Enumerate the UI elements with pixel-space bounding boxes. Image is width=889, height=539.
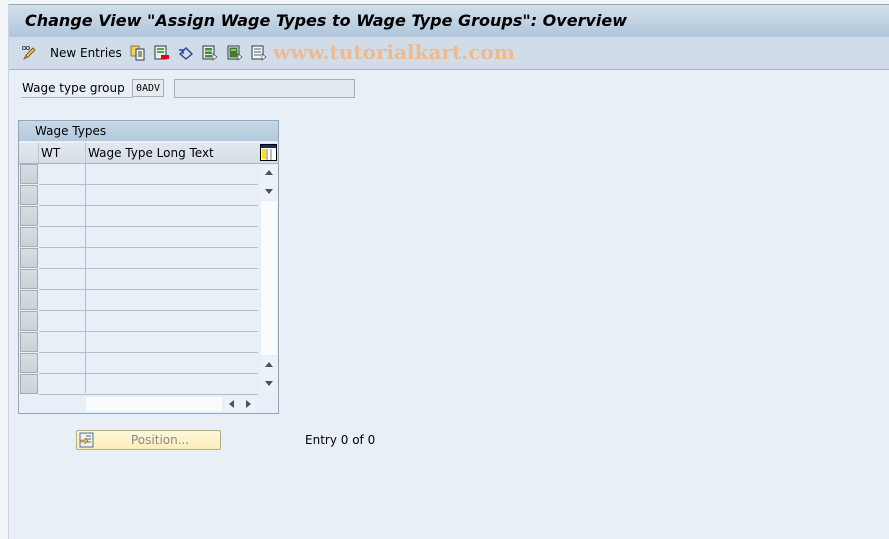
wage-type-group-field[interactable]: 0ADV bbox=[132, 79, 164, 97]
table-caption: Wage Types bbox=[19, 121, 278, 142]
new-entries-button[interactable]: New Entries bbox=[50, 43, 122, 63]
select-block-icon bbox=[227, 45, 243, 61]
table-row[interactable] bbox=[39, 353, 258, 374]
scroll-right-button[interactable] bbox=[241, 397, 255, 411]
row-selector[interactable] bbox=[20, 290, 38, 310]
position-icon bbox=[79, 432, 95, 448]
table-row[interactable] bbox=[39, 332, 258, 353]
delete-row-icon bbox=[154, 45, 170, 61]
application-toolbar: New Entries www.tutorialkart.com bbox=[9, 37, 889, 70]
table-row[interactable] bbox=[39, 269, 258, 290]
row-selector[interactable] bbox=[20, 332, 38, 352]
deselect-all-button[interactable] bbox=[251, 43, 267, 63]
row-selector[interactable] bbox=[20, 227, 38, 247]
deselect-all-icon bbox=[251, 45, 267, 61]
column-divider bbox=[85, 163, 86, 393]
pencil-glasses-icon bbox=[21, 45, 37, 61]
undo-icon bbox=[178, 45, 194, 61]
title-bar: Change View "Assign Wage Types to Wage T… bbox=[9, 4, 889, 38]
wage-types-table: Wage Types WT Wage Type Long Text bbox=[18, 120, 279, 414]
delete-button[interactable] bbox=[154, 43, 170, 63]
table-row[interactable] bbox=[39, 374, 258, 395]
row-selector[interactable] bbox=[20, 185, 38, 205]
table-header: WT Wage Type Long Text bbox=[19, 143, 278, 164]
position-button[interactable]: Position... bbox=[76, 430, 221, 450]
select-block-button[interactable] bbox=[227, 43, 243, 63]
scroll-left-button[interactable] bbox=[225, 397, 239, 411]
select-all-button[interactable] bbox=[202, 43, 218, 63]
row-selector[interactable] bbox=[20, 164, 38, 184]
watermark-text: www.tutorialkart.com bbox=[273, 40, 515, 64]
row-selector[interactable] bbox=[20, 353, 38, 373]
row-selector[interactable] bbox=[20, 311, 38, 331]
arrow-down-icon bbox=[265, 189, 273, 194]
table-caption-text: Wage Types bbox=[35, 124, 107, 138]
table-settings-icon[interactable] bbox=[260, 144, 277, 161]
scroll-down-button[interactable] bbox=[261, 183, 277, 199]
arrow-right-icon bbox=[246, 400, 251, 408]
position-button-label: Position... bbox=[131, 433, 190, 447]
table-row[interactable] bbox=[39, 290, 258, 311]
display-change-button[interactable] bbox=[21, 43, 37, 63]
arrow-down-icon bbox=[265, 381, 273, 386]
table-row[interactable] bbox=[39, 185, 258, 206]
select-all-icon bbox=[202, 45, 218, 61]
vertical-scrollbar[interactable] bbox=[261, 163, 277, 395]
scroll-page-down-button[interactable] bbox=[261, 375, 277, 391]
row-selector[interactable] bbox=[20, 374, 38, 394]
horizontal-scrollbar[interactable] bbox=[86, 397, 222, 411]
wage-type-group-label: Wage type group bbox=[21, 81, 133, 98]
table-row[interactable] bbox=[39, 164, 258, 185]
copy-icon bbox=[130, 45, 146, 61]
row-selector[interactable] bbox=[20, 269, 38, 289]
scroll-track[interactable] bbox=[261, 201, 277, 355]
page-title: Change View "Assign Wage Types to Wage T… bbox=[25, 11, 627, 30]
sap-window: Change View "Assign Wage Types to Wage T… bbox=[8, 4, 889, 539]
table-row[interactable] bbox=[39, 206, 258, 227]
new-entries-label: New Entries bbox=[50, 46, 122, 60]
wage-type-group-text-field[interactable] bbox=[174, 79, 355, 98]
arrow-up-icon bbox=[265, 362, 273, 367]
scroll-page-up-button[interactable] bbox=[261, 357, 277, 373]
header-divider bbox=[38, 143, 39, 163]
arrow-left-icon bbox=[229, 400, 234, 408]
table-row[interactable] bbox=[39, 311, 258, 332]
arrow-up-icon bbox=[265, 170, 273, 175]
table-row[interactable] bbox=[39, 248, 258, 269]
header-divider bbox=[85, 143, 86, 163]
column-header-long-text[interactable]: Wage Type Long Text bbox=[88, 146, 214, 160]
column-header-wt[interactable]: WT bbox=[41, 146, 60, 160]
copy-as-button[interactable] bbox=[130, 43, 146, 63]
row-selector[interactable] bbox=[20, 206, 38, 226]
table-row[interactable] bbox=[39, 227, 258, 248]
row-selector[interactable] bbox=[20, 248, 38, 268]
undo-change-button[interactable] bbox=[178, 43, 194, 63]
scroll-up-button[interactable] bbox=[261, 165, 277, 181]
entry-count: Entry 0 of 0 bbox=[305, 433, 376, 447]
